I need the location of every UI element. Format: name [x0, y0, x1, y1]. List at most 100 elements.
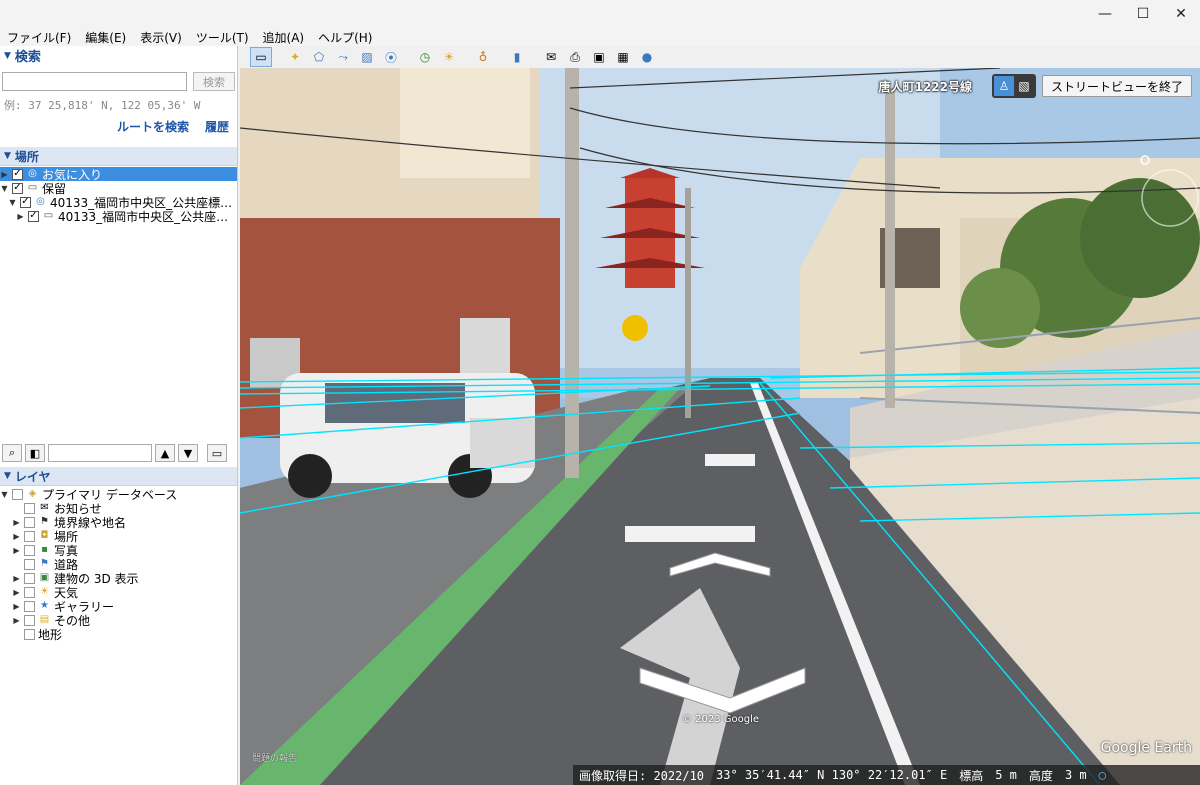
earth-gallery-icon[interactable]: ● — [636, 47, 658, 67]
street-view-viewport[interactable]: 唐人町1222号線 ♙ ▧ ストリートビューを終了 © 2023 Google … — [240, 68, 1200, 785]
status-bar: 画像取得日: 2022/10 33° 35′41.44″ N 130° 22′1… — [573, 765, 1200, 785]
checkbox[interactable] — [12, 488, 23, 500]
checkbox[interactable] — [24, 516, 35, 528]
places-filter-input[interactable] — [48, 444, 152, 462]
report-problem-link[interactable]: 問題の報告 — [252, 751, 297, 764]
place-item-kml-2[interactable]: ▶ ✓ ▭ 40133_福岡市中央区_公共座… — [16, 209, 228, 224]
place-icon: ◘ — [40, 530, 49, 541]
view-in-maps-icon[interactable]: ▦ — [612, 47, 634, 67]
places-toolbar: ⌕ ◧ ▲ ▼ ▭ — [2, 444, 227, 462]
places-panel: ▼ 場所 ▶ ✓ ◎ お気に入り ▼ ✓ ▭ 保留 ▼ ✓ ◎ 40133_福岡… — [0, 147, 237, 443]
altitude-label: 高度 — [1028, 768, 1053, 783]
checkbox[interactable] — [24, 628, 35, 640]
search-panel: ▼ 検索 検索 例: 37 25,818' N, 122 05,36' W ルー… — [0, 46, 237, 142]
checkbox[interactable] — [24, 600, 35, 612]
move-up-icon[interactable]: ▲ — [155, 444, 175, 462]
copyright-label: © 2023 Google — [682, 714, 760, 725]
add-folder-icon[interactable]: ▭ — [207, 444, 227, 462]
menu-add[interactable]: 追加(A) — [256, 29, 312, 46]
elevation-label: 標高 — [959, 768, 984, 783]
route-link[interactable]: ルートを検索 — [117, 118, 189, 135]
email-icon[interactable]: ✉ — [540, 47, 562, 67]
streaming-icon: ◯ — [1098, 768, 1106, 782]
search-icon[interactable]: ⌕ — [2, 444, 22, 462]
mail-icon: ✉ — [40, 502, 49, 513]
checkbox[interactable] — [24, 530, 35, 542]
minimize-button[interactable]: — — [1086, 0, 1124, 28]
photo-icon: ▪ — [41, 544, 48, 555]
layers-header[interactable]: ▼ レイヤ — [0, 467, 237, 486]
checkbox[interactable] — [24, 572, 35, 584]
pegman-icon[interactable]: ♙ — [993, 76, 1014, 96]
place-item-favorites[interactable]: ▶ ✓ ◎ お気に入り — [0, 167, 237, 182]
street-view-controls: ♙ ▧ ストリートビューを終了 — [991, 74, 1192, 98]
sun-icon: ☀ — [40, 586, 49, 597]
collapse-icon: ▼ — [4, 50, 11, 61]
coordinates: 33° 35′41.44″ N 130° 22′12.01″ E — [716, 768, 948, 782]
checkbox[interactable]: ✓ — [20, 196, 31, 208]
close-button[interactable]: ✕ — [1162, 0, 1200, 28]
checkbox[interactable]: ✓ — [12, 182, 23, 194]
collapse-icon: ▼ — [4, 471, 11, 481]
print-icon[interactable]: ⎙ — [564, 47, 586, 67]
save-image-icon[interactable]: ▣ — [588, 47, 610, 67]
street-name-label: 唐人町1222号線 — [878, 80, 972, 94]
search-input[interactable] — [2, 72, 187, 91]
move-down-icon[interactable]: ▼ — [178, 444, 198, 462]
ruler-icon[interactable]: ▮ — [506, 47, 528, 67]
search-header[interactable]: ▼ 検索 — [0, 46, 237, 65]
places-title: 場所 — [14, 149, 39, 164]
folder-icon: ▭ — [43, 210, 54, 221]
menu-edit[interactable]: 編集(E) — [78, 29, 133, 46]
cube-3d-icon[interactable]: ▧ — [1014, 76, 1034, 96]
checkbox[interactable] — [24, 586, 35, 598]
layer-item-terrain[interactable]: 地形 — [12, 627, 62, 642]
places-header[interactable]: ▼ 場所 — [0, 147, 237, 166]
add-polygon-icon[interactable]: ⬠ — [308, 47, 330, 67]
sidebar: ▼ 検索 検索 例: 37 25,818' N, 122 05,36' W ルー… — [0, 46, 238, 785]
title-bar: — ☐ ✕ — [0, 0, 1200, 28]
street-scene — [240, 68, 1200, 785]
layers-panel: ▼ レイヤ ▼ ◈ プライマリ データベース ✉ お知らせ ▶ ⚑ 境界線や地名… — [0, 467, 237, 785]
checkbox[interactable]: ✓ — [12, 168, 23, 180]
planets-icon[interactable]: ♁ — [472, 47, 494, 67]
search-title: 検索 — [14, 50, 41, 65]
folder-icon: ▭ — [27, 182, 38, 193]
altitude-value: 3 m — [1064, 768, 1087, 782]
exit-street-view-button[interactable]: ストリートビューを終了 — [1041, 75, 1192, 97]
network-link-icon: ◎ — [36, 196, 45, 207]
checkbox[interactable] — [24, 558, 35, 570]
google-earth-logo: Google Earth — [1100, 740, 1192, 756]
collapse-icon: ▼ — [4, 151, 11, 161]
panel-toggle-icon[interactable]: ◧ — [25, 444, 45, 462]
search-example: 例: 37 25,818' N, 122 05,36' W — [4, 99, 201, 112]
menu-tools[interactable]: ツール(T) — [189, 29, 256, 46]
checkbox[interactable]: ✓ — [28, 210, 39, 222]
checkbox[interactable] — [24, 502, 35, 514]
add-overlay-icon[interactable]: ▨ — [356, 47, 378, 67]
sidebar-toggle-icon[interactable]: ▭ — [250, 47, 272, 67]
checkbox[interactable] — [24, 614, 35, 626]
add-placemark-icon[interactable]: ✦ — [284, 47, 306, 67]
layers-title: レイヤ — [14, 469, 51, 484]
menu-file[interactable]: ファイル(F) — [0, 29, 78, 46]
star-icon: ★ — [40, 600, 49, 611]
sunlight-icon[interactable]: ☀ — [438, 47, 460, 67]
record-tour-icon[interactable]: ⦿ — [380, 47, 402, 67]
menu-bar: ファイル(F) 編集(E) 表示(V) ツール(T) 追加(A) ヘルプ(H) — [0, 28, 1200, 46]
menu-view[interactable]: 表示(V) — [133, 29, 189, 46]
building-icon: ▣ — [39, 572, 50, 583]
main-toolbar: ▭ ✦ ⬠ ⤳ ▨ ⦿ ◷ ☀ ♁ ▮ ✉ ⎙ ▣ ▦ ● — [240, 46, 1200, 68]
checkbox[interactable] — [24, 544, 35, 556]
historical-imagery-icon[interactable]: ◷ — [414, 47, 436, 67]
menu-help[interactable]: ヘルプ(H) — [311, 29, 379, 46]
flag-icon: ⚑ — [40, 516, 49, 527]
search-button[interactable]: 検索 — [193, 72, 235, 91]
note-icon: ▤ — [39, 614, 50, 625]
elevation-value: 5 m — [995, 768, 1017, 782]
imagery-date: 画像取得日: 2022/10 — [579, 768, 705, 783]
maximize-button[interactable]: ☐ — [1124, 0, 1162, 28]
add-path-icon[interactable]: ⤳ — [332, 47, 354, 67]
history-link[interactable]: 履歴 — [205, 118, 229, 135]
road-icon: ⚑ — [40, 558, 49, 569]
